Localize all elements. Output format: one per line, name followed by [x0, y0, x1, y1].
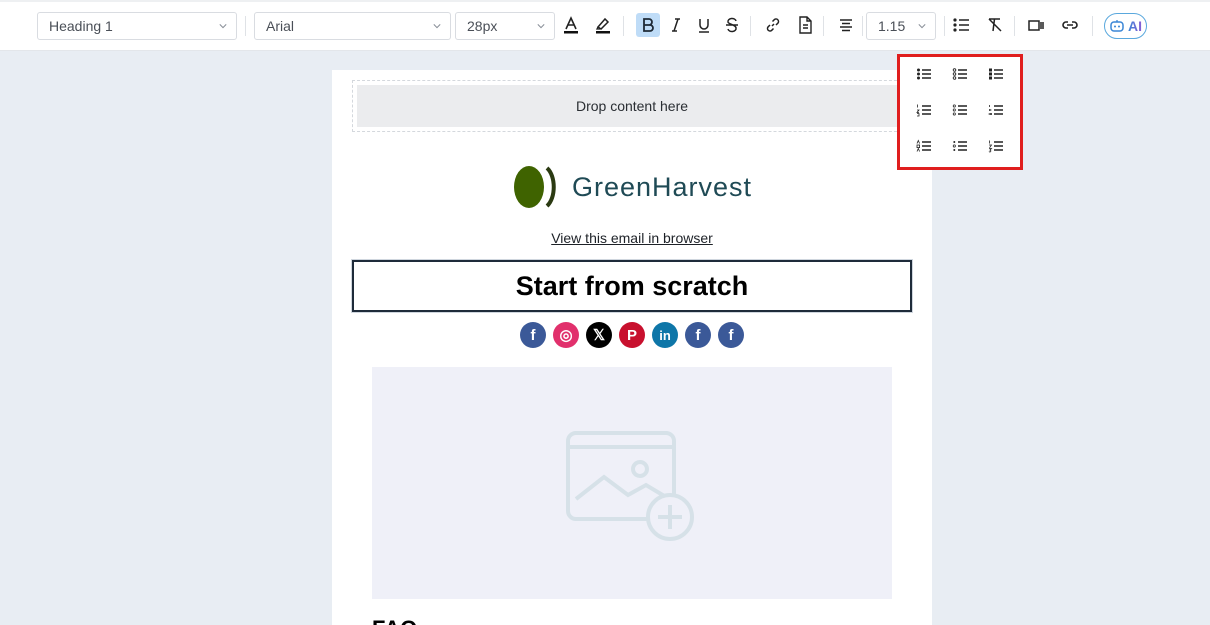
text-color-icon: [564, 16, 578, 34]
bullet-disc-list-icon[interactable]: [910, 60, 938, 88]
block-format-select[interactable]: Heading 1: [37, 12, 237, 40]
bold-button[interactable]: [636, 13, 660, 37]
text-direction-icon: [1028, 20, 1044, 31]
upper-roman-list-icon[interactable]: [982, 132, 1010, 160]
drop-zone[interactable]: Drop content here: [352, 80, 912, 132]
block-format-value: Heading 1: [49, 18, 113, 34]
x-twitter-icon[interactable]: 𝕏: [586, 322, 612, 348]
toolbar-divider: [245, 16, 246, 36]
chevron-down-icon: [219, 24, 227, 29]
toolbar-divider: [1092, 16, 1093, 36]
toolbar-divider: [823, 16, 824, 36]
toolbar-divider: [862, 16, 863, 36]
underline-button[interactable]: [692, 13, 716, 37]
toolbar-divider: [623, 16, 624, 36]
clear-formatting-button[interactable]: [983, 13, 1007, 37]
font-family-value: Arial: [266, 18, 295, 34]
bullet-circle-list-icon[interactable]: [946, 60, 974, 88]
clear-format-icon: [988, 18, 1002, 32]
drop-zone-label: Drop content here: [357, 85, 907, 127]
highlight-color-button[interactable]: [591, 13, 615, 37]
strikethrough-button[interactable]: [720, 13, 744, 37]
toolbar-top-border: [0, 0, 1210, 2]
highlighter-icon: [595, 17, 610, 34]
toolbar-divider: [750, 16, 751, 36]
bold-icon: [643, 18, 654, 32]
document-icon: [799, 16, 812, 34]
social-icons-row: f ◎ 𝕏 P in f f: [332, 322, 932, 348]
headline-block[interactable]: Start from scratch: [352, 260, 912, 312]
text-color-button[interactable]: [559, 13, 583, 37]
strikethrough-icon: [726, 17, 738, 33]
align-center-button[interactable]: [834, 13, 858, 37]
underline-icon: [699, 19, 709, 33]
bullet-list-icon: [953, 18, 969, 32]
line-height-select[interactable]: 1.15: [866, 12, 936, 40]
toolbar-divider: [1014, 16, 1015, 36]
lower-roman-list-icon[interactable]: [982, 96, 1010, 124]
linkedin-icon[interactable]: in: [652, 322, 678, 348]
faq-heading: FAQ: [372, 616, 417, 625]
font-size-value: 28px: [467, 18, 498, 34]
merge-tags-button[interactable]: [793, 13, 817, 37]
toolbar-divider: [944, 16, 945, 36]
list-style-dropdown: [897, 54, 1023, 170]
font-family-select[interactable]: Arial: [254, 12, 451, 40]
anchor-link-button[interactable]: [1058, 13, 1082, 37]
ai-label: AI: [1128, 18, 1142, 34]
italic-icon: [672, 18, 680, 32]
instagram-icon[interactable]: ◎: [553, 322, 579, 348]
view-in-browser-link[interactable]: View this email in browser: [332, 230, 932, 246]
chevron-down-icon: [537, 24, 545, 29]
facebook-icon[interactable]: f: [520, 322, 546, 348]
lower-alpha-list-icon[interactable]: [946, 96, 974, 124]
special-characters-button[interactable]: [1024, 13, 1048, 37]
link-icon: [766, 18, 780, 32]
brand-logo[interactable]: GreenHarvest: [332, 162, 932, 212]
chain-link-icon: [1062, 21, 1078, 29]
image-placeholder[interactable]: [372, 367, 892, 599]
line-height-value: 1.15: [878, 18, 906, 34]
chevron-down-icon: [918, 24, 926, 29]
email-canvas: Drop content here GreenHarvest View this…: [332, 70, 932, 625]
editor-toolbar: Heading 1 Arial 28px 1.15 AI: [0, 0, 1210, 51]
facebook-icon[interactable]: f: [685, 322, 711, 348]
lower-greek-list-icon[interactable]: [946, 132, 974, 160]
upper-alpha-list-icon[interactable]: [910, 132, 938, 160]
insert-link-button[interactable]: [761, 13, 785, 37]
align-center-icon: [840, 19, 852, 32]
italic-button[interactable]: [664, 13, 688, 37]
leaf-logo-icon: [513, 166, 556, 208]
numbered-list-icon[interactable]: [910, 96, 938, 124]
add-image-icon: [566, 431, 694, 541]
bullet-list-button[interactable]: [949, 13, 973, 37]
facebook-icon[interactable]: f: [718, 322, 744, 348]
robot-icon: [1110, 20, 1124, 32]
chevron-down-icon: [433, 24, 441, 29]
font-size-select[interactable]: 28px: [455, 12, 555, 40]
pinterest-icon[interactable]: P: [619, 322, 645, 348]
ai-assistant-button[interactable]: AI: [1104, 13, 1147, 39]
bullet-square-list-icon[interactable]: [982, 60, 1010, 88]
brand-name: GreenHarvest: [571, 171, 753, 202]
